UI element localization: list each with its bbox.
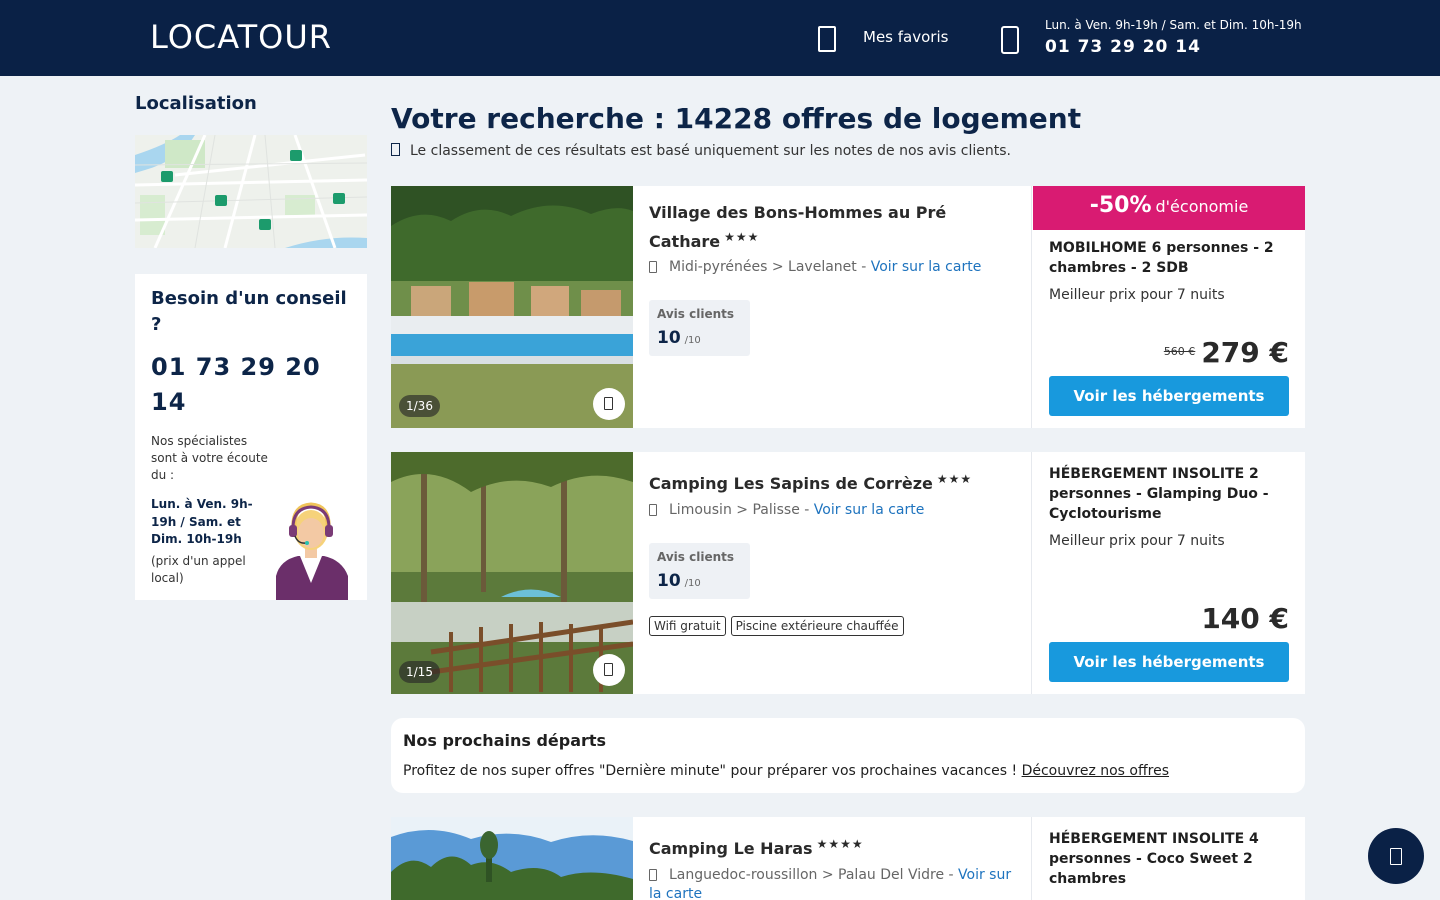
result-photo[interactable]: 1/15 (391, 452, 633, 694)
rating-label: Avis clients (657, 550, 735, 564)
search-results-title: Votre recherche : 14228 offres de logeme… (391, 102, 1081, 135)
view-accommodations-button[interactable]: Voir les hébergements (1049, 642, 1289, 682)
price-block: 560 € 279 € (1164, 336, 1289, 369)
next-departures-banner: Nos prochains départs Profitez de nos su… (391, 718, 1305, 793)
departures-description: Profitez de nos super offres "Dernière m… (403, 763, 1022, 779)
result-photo[interactable] (391, 817, 633, 900)
ranking-info: Le classement de ces résultats est basé … (391, 143, 1011, 159)
result-name-text[interactable]: Camping Le Haras (649, 839, 813, 858)
favorites-link[interactable]: Mes favoris (863, 28, 948, 46)
result-name-text[interactable]: Camping Les Sapins de Corrèze (649, 474, 933, 493)
result-region: Languedoc-roussillon > Palau Del Vidre - (669, 867, 959, 883)
result-name[interactable]: Camping Les Sapins de Corrèze ★★★ (649, 467, 1019, 496)
view-accommodations-button[interactable]: Voir les hébergements (1049, 376, 1289, 416)
result-info: Camping Les Sapins de Corrèze ★★★ Limousi… (633, 452, 1032, 694)
price-block: 140 € (1201, 602, 1289, 635)
star-rating: ★★★ (936, 472, 973, 486)
advice-phone-number[interactable]: 01 73 29 20 14 (151, 350, 341, 420)
map-pin-icon (649, 869, 657, 881)
result-info: Camping Le Haras ★★★★ Languedoc-roussillo… (633, 817, 1032, 900)
location-map[interactable] (135, 135, 367, 248)
rating-box: Avis clients 10/10 (649, 300, 750, 356)
opening-hours: Lun. à Ven. 9h-19h / Sam. et Dim. 10h-19… (1045, 18, 1302, 32)
rating-number: 10 (657, 328, 681, 348)
map-graphic (135, 135, 367, 248)
rating-number: 10 (657, 571, 681, 591)
map-link[interactable]: Voir sur la carte (871, 259, 982, 275)
offer-subtitle: Meilleur prix pour 7 nuits (1049, 287, 1225, 303)
advice-hours: Lun. à Ven. 9h-19h / Sam. et Dim. 10h-19… (151, 497, 253, 546)
offer-panel: -50% d'économie MOBILHOME 6 personnes - 2… (1033, 186, 1305, 428)
campsite-haras-photo (391, 817, 633, 900)
title-suffix: offres de logement (772, 102, 1082, 135)
discover-offers-link[interactable]: Découvrez nos offres (1022, 763, 1169, 779)
result-photo[interactable]: 1/36 (391, 186, 633, 428)
locatour-logo[interactable]: LOCATOUR (150, 18, 332, 56)
heart-icon[interactable] (818, 26, 836, 52)
advice-text: Nos spécialistes sont à votre écoute du … (151, 434, 268, 482)
map-link[interactable]: Voir sur la carte (814, 502, 925, 518)
map-pin-icon (649, 504, 657, 516)
offer-title: HÉBERGEMENT INSOLITE 2 personnes - Glamp… (1049, 466, 1269, 522)
result-card[interactable]: 1/36 Village des Bons-Hommes au Pré Cath… (391, 186, 1305, 428)
amenity-tags: Wifi gratuit Piscine extérieure chauffée (649, 615, 909, 636)
offer-title: HÉBERGEMENT INSOLITE 4 personnes - Coco … (1049, 831, 1259, 887)
rating-value: 10/10 (657, 328, 701, 348)
result-name[interactable]: Village des Bons-Hommes au Pré Cathare ★★… (649, 200, 1019, 254)
favorite-button[interactable] (593, 654, 625, 686)
rating-scale: /10 (684, 335, 701, 346)
header-phone-number[interactable]: 01 73 29 20 14 (1045, 37, 1201, 57)
amenity-tag-pool: Piscine extérieure chauffée (730, 616, 904, 636)
rating-label: Avis clients (657, 307, 735, 321)
rating-value: 10/10 (657, 571, 701, 591)
result-name[interactable]: Camping Le Haras ★★★★ (649, 832, 1019, 861)
offer-panel: HÉBERGEMENT INSOLITE 2 personnes - Glamp… (1033, 452, 1305, 694)
phone-icon (1001, 26, 1019, 54)
map-pin-icon (649, 261, 657, 273)
result-location: Languedoc-roussillon > Palau Del Vidre -… (649, 866, 1019, 900)
price: 279 € (1201, 336, 1289, 369)
discount-percent: -50% (1089, 193, 1152, 218)
advice-call-note: (prix d'un appel local) (151, 554, 246, 585)
result-info: Village des Bons-Hommes au Pré Cathare ★★… (633, 186, 1032, 428)
advice-box: Besoin d'un conseil ? 01 73 29 20 14 Nos… (135, 274, 367, 600)
photo-counter: 1/36 (399, 395, 440, 417)
star-rating: ★★★ (724, 230, 760, 244)
chat-button[interactable] (1368, 828, 1424, 884)
result-card[interactable]: 1/15 Camping Les Sapins de Corrèze ★★★ Li… (391, 452, 1305, 694)
info-icon (391, 143, 400, 156)
offer-panel: HÉBERGEMENT INSOLITE 4 personnes - Coco … (1033, 817, 1305, 900)
rating-scale: /10 (684, 578, 701, 589)
title-prefix: Votre recherche : (391, 102, 675, 135)
top-header: LOCATOUR Mes favoris Lun. à Ven. 9h-19h … (0, 0, 1440, 76)
customer-agent-illustration (276, 502, 348, 600)
photo-counter: 1/15 (399, 661, 440, 683)
advice-title: Besoin d'un conseil ? (151, 288, 347, 335)
departures-title: Nos prochains départs (403, 731, 607, 750)
offer-title: MOBILHOME 6 personnes - 2 chambres - 2 S… (1049, 240, 1274, 276)
discount-label: d'économie (1155, 197, 1249, 216)
results-count: 14228 (674, 102, 773, 135)
result-name-text[interactable]: Village des Bons-Hommes au Pré Cathare (649, 203, 946, 251)
discount-banner: -50% d'économie (1033, 186, 1305, 230)
favorite-button[interactable] (593, 388, 625, 420)
result-region: Midi-pyrénées > Lavelanet - (669, 259, 871, 275)
departures-text: Profitez de nos super offres "Dernière m… (403, 763, 1169, 779)
result-location: Limousin > Palisse - Voir sur la carte (649, 501, 1019, 520)
result-card[interactable]: Camping Le Haras ★★★★ Languedoc-roussillo… (391, 817, 1305, 900)
amenity-tag-wifi: Wifi gratuit (649, 616, 726, 636)
star-rating: ★★★★ (816, 837, 864, 851)
rating-box: Avis clients 10/10 (649, 543, 750, 599)
ranking-info-text: Le classement de ces résultats est basé … (410, 143, 1011, 159)
price: 140 € (1201, 602, 1289, 635)
result-location: Midi-pyrénées > Lavelanet - Voir sur la … (649, 258, 1019, 277)
old-price: 560 € (1163, 345, 1196, 358)
result-region: Limousin > Palisse - (669, 502, 814, 518)
offer-subtitle: Meilleur prix pour 7 nuits (1049, 533, 1225, 549)
localisation-title: Localisation (135, 93, 257, 114)
